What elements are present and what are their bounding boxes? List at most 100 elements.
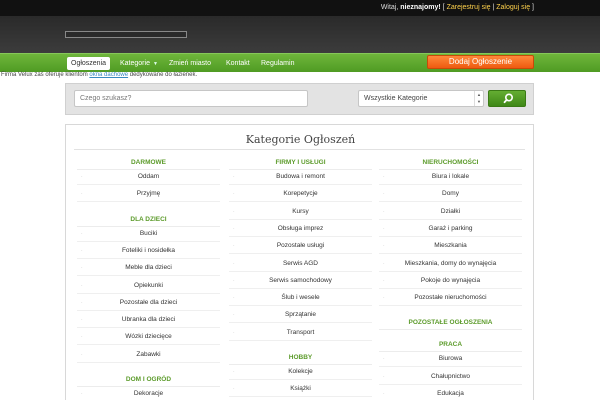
- category-link-label: Kolekcje: [288, 368, 313, 375]
- category-link[interactable]: · Kolekcje: [229, 364, 372, 380]
- category-link[interactable]: · Buciki: [77, 226, 220, 242]
- bullet-icon: ·: [383, 243, 385, 250]
- category-link[interactable]: · Edukacja: [379, 386, 522, 400]
- category-link[interactable]: · Pozostałe dla dzieci: [77, 295, 220, 311]
- bullet-icon: ·: [233, 243, 235, 250]
- category-link[interactable]: · Meble dla dzieci: [77, 260, 220, 277]
- category-link[interactable]: · Pozostałe usługi: [229, 238, 372, 255]
- bullet-icon: ·: [383, 356, 385, 363]
- category-link-label: Działki: [440, 207, 461, 215]
- nav-label: Kontakt: [226, 60, 250, 67]
- search-button[interactable]: [488, 90, 526, 107]
- divider: [74, 149, 525, 150]
- category-link[interactable]: · Korepetycje: [229, 186, 372, 203]
- nav-item-zmien-miasto[interactable]: Zmień miasto: [165, 57, 215, 70]
- bullet-icon: ·: [383, 295, 385, 302]
- category-link-label: Biura i lokale: [431, 173, 470, 180]
- category-link-label: Wózki dziecięce: [125, 333, 172, 341]
- category-link-label: Ślub i wesele: [281, 294, 320, 302]
- nav-item-ogloszenia[interactable]: Ogłoszenia: [67, 57, 111, 70]
- add-listing-button[interactable]: Dodaj Ogłoszenie: [427, 55, 534, 69]
- nav-item-kategorie[interactable]: Kategorie ▼: [116, 57, 162, 70]
- bullet-icon: ·: [383, 208, 385, 215]
- bullet-icon: ·: [383, 191, 385, 198]
- category-link-label: Zabawki: [136, 350, 161, 358]
- category-link-label: Transport: [286, 328, 315, 336]
- category-link[interactable]: · Serwis AGD: [229, 256, 372, 272]
- bullet-icon: ·: [81, 282, 83, 289]
- category-link[interactable]: · Kursy: [229, 204, 372, 220]
- category-link[interactable]: · Pokoje do wynajęcia: [379, 273, 522, 289]
- category-group-title[interactable]: DOM I OGRÓD: [77, 376, 220, 387]
- category-link[interactable]: · Biurowa: [379, 351, 522, 368]
- nav-label: Kategorie: [120, 60, 150, 67]
- category-link[interactable]: · Obsługa imprez: [229, 221, 372, 237]
- category-link[interactable]: · Mieszkania: [379, 238, 522, 255]
- bullet-icon: ·: [81, 230, 83, 237]
- category-link[interactable]: · Biura i lokale: [379, 169, 522, 185]
- category-link[interactable]: · Dekoracje: [77, 386, 220, 400]
- category-link[interactable]: · Działki: [379, 204, 522, 220]
- category-group-title[interactable]: DARMOWE: [77, 159, 220, 170]
- category-link-label: Obsługa imprez: [277, 224, 324, 232]
- category-link-label: Serwis samochodowy: [269, 276, 332, 284]
- category-link[interactable]: · Serwis samochodowy: [229, 273, 372, 289]
- category-link[interactable]: · Wózki dziecięce: [77, 329, 220, 346]
- category-link-label: Domy: [442, 190, 459, 198]
- category-link[interactable]: · Sprzątanie: [229, 307, 372, 324]
- category-link-label: Korepetycje: [283, 190, 318, 198]
- register-link[interactable]: Zarejestruj się: [447, 4, 491, 11]
- category-group-title[interactable]: NIERUCHOMOŚCI: [379, 159, 522, 170]
- category-link[interactable]: · Ubranka dla dzieci: [77, 312, 220, 329]
- search-input[interactable]: Czego szukasz?: [74, 90, 308, 107]
- bullet-icon: ·: [81, 174, 83, 180]
- category-link-label: Mieszkania: [434, 242, 467, 250]
- category-group-title[interactable]: POZOSTAŁE OGŁOSZENIA: [379, 319, 522, 331]
- notice-before: Firma Velux zaś oferuje klientom: [1, 72, 90, 78]
- category-select[interactable]: Wszystkie Kategorie ▲ ▼: [358, 90, 484, 107]
- category-link[interactable]: · Ślub i wesele: [229, 290, 372, 307]
- category-link[interactable]: · Przyjmę: [77, 186, 220, 203]
- category-group-title[interactable]: PRACA: [379, 341, 522, 353]
- category-link-label: Edukacja: [437, 390, 464, 397]
- category-link[interactable]: · Mieszkania, domy do wynajęcia: [379, 256, 522, 272]
- nav-item-regulamin[interactable]: Regulamin: [257, 57, 298, 70]
- bullet-icon: ·: [383, 277, 385, 284]
- category-link[interactable]: · Garaż i parking: [379, 221, 522, 237]
- bullet-icon: ·: [233, 225, 235, 232]
- bullet-icon: ·: [81, 391, 83, 397]
- category-link-label: Kursy: [292, 207, 309, 215]
- bullet-icon: ·: [383, 260, 385, 267]
- category-group-title[interactable]: DLA DZIECI: [77, 216, 220, 227]
- category-link[interactable]: · Opiekunki: [77, 278, 220, 294]
- bullet-icon: ·: [233, 386, 235, 393]
- notice-link[interactable]: okna dachowe: [89, 72, 128, 78]
- category-group-title[interactable]: HOBBY: [229, 354, 372, 365]
- page: Witaj, nieznajomy! [ Zarejestruj się | Z…: [0, 0, 600, 400]
- bullet-icon: ·: [233, 329, 235, 336]
- category-link[interactable]: · Foteliki i nosidełka: [77, 243, 220, 259]
- category-link[interactable]: · Oddam: [77, 169, 220, 185]
- logo[interactable]: [65, 31, 187, 38]
- bullet-icon: ·: [81, 317, 83, 324]
- category-link[interactable]: · Chałupnictwo: [379, 369, 522, 385]
- nav-item-kontakt[interactable]: Kontakt: [222, 57, 254, 70]
- header: Witaj, nieznajomy! [ Zarejestruj się | Z…: [0, 0, 600, 53]
- category-link-label: Dekoracje: [133, 390, 164, 397]
- category-group-title[interactable]: FIRMY I USŁUGI: [229, 159, 372, 170]
- category-link[interactable]: · Zabawki: [77, 347, 220, 363]
- bullet-icon: ·: [383, 391, 385, 397]
- category-link[interactable]: · Budowa i remont: [229, 169, 372, 185]
- category-link[interactable]: · Domy: [379, 186, 522, 203]
- category-link[interactable]: · Pozostałe nieruchomości: [379, 290, 522, 307]
- user-bar: Witaj, nieznajomy! [ Zarejestruj się | Z…: [381, 4, 534, 11]
- category-link-label: Pozostałe nieruchomości: [414, 294, 487, 302]
- category-link-label: Garaż i parking: [428, 224, 473, 232]
- category-link[interactable]: · Transport: [229, 325, 372, 341]
- bullet-icon: ·: [383, 373, 385, 380]
- login-link[interactable]: Zaloguj się: [496, 4, 530, 11]
- category-link[interactable]: · Książki: [229, 381, 372, 398]
- category-select-value: Wszystkie Kategorie: [364, 95, 428, 102]
- bullet-icon: ·: [383, 174, 385, 180]
- bullet-icon: ·: [81, 334, 83, 341]
